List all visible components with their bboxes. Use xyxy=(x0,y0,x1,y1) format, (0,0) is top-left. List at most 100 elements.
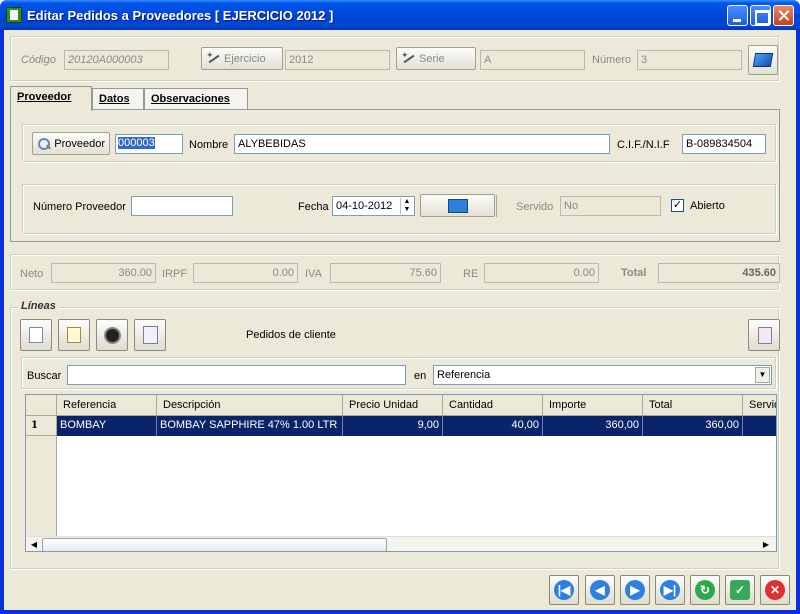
next-icon: ▶ xyxy=(625,580,645,600)
next-record-button[interactable]: ▶ xyxy=(620,575,650,605)
cell-cantidad[interactable]: 40,00 xyxy=(443,416,543,436)
tab-datos[interactable]: Datos xyxy=(92,88,144,109)
tab-observaciones[interactable]: Observaciones xyxy=(144,88,248,109)
spin-up-icon[interactable]: ▲ xyxy=(401,198,413,206)
abierto-label: Abierto xyxy=(690,200,725,212)
en-select[interactable]: Referencia xyxy=(433,365,772,385)
magnifier-icon xyxy=(37,137,51,151)
nombre-label: Nombre xyxy=(189,139,229,151)
last-icon: ▶| xyxy=(660,580,680,600)
cell-descripcion[interactable]: BOMBAY SAPPHIRE 47% 1.00 LTR xyxy=(157,416,343,436)
calendar-button[interactable] xyxy=(420,194,495,217)
proveedor-code-text: 000003 xyxy=(118,137,155,149)
cell-referencia[interactable]: BOMBAY xyxy=(57,416,157,436)
ejercicio-field: 2012 xyxy=(285,50,390,70)
fecha-spinner[interactable]: ▲ ▼ xyxy=(400,198,413,214)
window-title: Editar Pedidos a Proveedores [ EJERCICIO… xyxy=(27,8,334,23)
maximize-button[interactable] xyxy=(750,5,771,26)
cell-servido[interactable] xyxy=(743,416,776,436)
document-icon xyxy=(758,327,772,344)
close-window-button[interactable] xyxy=(773,5,794,26)
codigo-label: Código xyxy=(21,54,56,66)
abierto-checkbox[interactable]: ✓ xyxy=(671,199,684,212)
delete-icon xyxy=(104,327,121,344)
col-header-importe[interactable]: Importe xyxy=(543,395,643,416)
refresh-button[interactable]: ↻ xyxy=(690,575,720,605)
app-icon xyxy=(6,7,22,23)
row-number: 1 xyxy=(26,416,57,436)
row-indicator-column xyxy=(26,416,57,551)
col-header-descripcion[interactable]: Descripción xyxy=(157,395,343,416)
first-record-button[interactable]: |◀ xyxy=(549,575,579,605)
monitor-icon xyxy=(752,53,774,67)
proveedor-button[interactable]: Proveedor xyxy=(32,132,110,155)
total-field: 435.60 xyxy=(658,263,780,283)
fecha-label: Fecha xyxy=(298,201,329,213)
row-indicator-header xyxy=(26,395,57,416)
proveedor-code-input[interactable]: 000003 xyxy=(115,134,183,154)
re-label: RE xyxy=(463,268,479,280)
separator xyxy=(496,195,497,217)
irpf-label: IRPF xyxy=(162,268,188,280)
col-header-referencia[interactable]: Referencia xyxy=(57,395,157,416)
neto-field: 360.00 xyxy=(51,263,156,283)
numero-proveedor-label: Número Proveedor xyxy=(33,201,126,213)
scroll-right-icon[interactable]: ▶ xyxy=(759,538,773,551)
cif-input[interactable]: B-089834504 xyxy=(682,134,766,154)
save-button[interactable]: ✓ xyxy=(725,575,755,605)
iva-label: IVA xyxy=(305,268,322,280)
numero-proveedor-input[interactable] xyxy=(131,196,233,216)
print-button[interactable] xyxy=(748,45,778,75)
iva-field: 75.60 xyxy=(330,263,441,283)
scroll-thumb[interactable] xyxy=(42,538,387,551)
spin-down-icon[interactable]: ▼ xyxy=(401,206,413,214)
col-header-cantidad[interactable]: Cantidad xyxy=(443,395,543,416)
edit-document-icon xyxy=(67,327,81,343)
tab-proveedor[interactable]: Proveedor xyxy=(10,86,92,111)
new-document-icon xyxy=(29,327,43,343)
en-label: en xyxy=(414,370,427,382)
pedidos-cliente-label: Pedidos de cliente xyxy=(246,329,336,341)
last-record-button[interactable]: ▶| xyxy=(655,575,685,605)
scroll-left-icon[interactable]: ◀ xyxy=(27,538,41,551)
clipboard-icon xyxy=(143,326,158,344)
wand-icon xyxy=(401,50,415,66)
lineas-title: Líneas xyxy=(18,300,59,312)
add-line-button[interactable] xyxy=(20,319,52,351)
delete-line-button[interactable] xyxy=(96,319,128,351)
ejercicio-button[interactable]: Ejercicio xyxy=(201,47,283,70)
horizontal-scrollbar[interactable]: ◀ ▶ xyxy=(26,536,776,551)
cancel-icon: ✕ xyxy=(765,580,785,600)
cell-total[interactable]: 360,00 xyxy=(643,416,743,436)
chevron-down-icon[interactable]: ▼ xyxy=(755,367,770,383)
nombre-input[interactable]: ALYBEBIDAS xyxy=(234,134,610,154)
cell-precio[interactable]: 9,00 xyxy=(343,416,443,436)
servido-label: Servido xyxy=(516,201,554,213)
col-header-total[interactable]: Total xyxy=(643,395,743,416)
servido-field: No xyxy=(560,196,661,216)
col-header-servido[interactable]: Servido xyxy=(743,395,776,416)
minimize-button[interactable] xyxy=(727,5,748,26)
serie-field: A xyxy=(480,50,585,70)
export-button[interactable] xyxy=(748,319,780,351)
import-line-button[interactable] xyxy=(134,319,166,351)
client-area: Código 20120A000003 Ejercicio 2012 Serie… xyxy=(4,30,796,610)
numero-field: 3 xyxy=(637,50,742,70)
neto-label: Neto xyxy=(20,268,44,280)
window: Editar Pedidos a Proveedores [ EJERCICIO… xyxy=(0,0,800,614)
title-bar[interactable]: Editar Pedidos a Proveedores [ EJERCICIO… xyxy=(0,0,800,30)
cancel-button[interactable]: ✕ xyxy=(760,575,790,605)
total-label: Total xyxy=(621,267,647,279)
codigo-field: 20120A000003 xyxy=(64,50,169,70)
edit-line-button[interactable] xyxy=(58,319,90,351)
serie-button[interactable]: Serie xyxy=(396,47,476,70)
re-field: 0.00 xyxy=(484,263,599,283)
prev-record-button[interactable]: ◀ xyxy=(585,575,615,605)
cif-label: C.I.F./N.I.F xyxy=(617,139,670,151)
irpf-field: 0.00 xyxy=(193,263,298,283)
lines-grid[interactable]: Referencia Descripción Precio Unidad Can… xyxy=(25,394,777,552)
col-header-precio[interactable]: Precio Unidad xyxy=(343,395,443,416)
cell-importe[interactable]: 360,00 xyxy=(543,416,643,436)
save-icon: ✓ xyxy=(730,580,750,600)
buscar-input[interactable] xyxy=(67,365,406,385)
